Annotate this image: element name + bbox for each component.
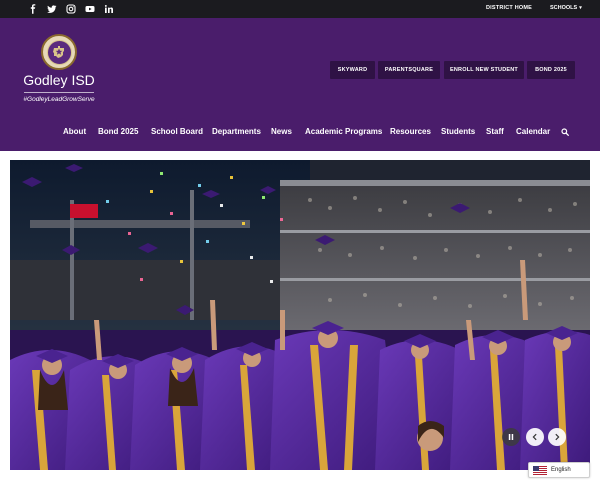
language-selector[interactable]: English: [528, 462, 590, 478]
instagram-icon[interactable]: [66, 4, 76, 14]
nav-about[interactable]: About: [63, 124, 86, 140]
us-flag-icon: [533, 465, 547, 475]
district-home-link[interactable]: DISTRICT HOME: [486, 5, 532, 11]
schools-label: SCHOOLS: [550, 5, 578, 11]
caret-down-icon: ▾: [579, 5, 582, 11]
nav-resources[interactable]: Resources: [390, 124, 431, 140]
nav-students[interactable]: Students: [441, 124, 475, 140]
slideshow-pause-button[interactable]: [502, 428, 520, 446]
nav-departments[interactable]: Departments: [212, 124, 261, 140]
district-seal-logo[interactable]: [41, 34, 77, 70]
chevron-right-icon: [555, 433, 560, 441]
skyward-button[interactable]: SKYWARD: [330, 61, 375, 79]
slideshow-next-button[interactable]: [548, 428, 566, 446]
parentsquare-button[interactable]: PARENTSQUARE: [378, 61, 440, 79]
nav-calendar[interactable]: Calendar: [516, 124, 550, 140]
x-twitter-icon[interactable]: [47, 4, 57, 14]
pause-icon: [508, 434, 514, 440]
social-links: [28, 0, 114, 18]
nav-academic-programs[interactable]: Academic Programs: [305, 124, 382, 140]
nav-bond-2025[interactable]: Bond 2025: [98, 124, 138, 140]
nav-news[interactable]: News: [271, 124, 292, 140]
bond-2025-button[interactable]: BOND 2025: [527, 61, 575, 79]
site-name: Godley ISD: [23, 72, 95, 88]
youtube-icon[interactable]: [85, 4, 95, 14]
facebook-icon[interactable]: [28, 4, 38, 14]
nav-school-board[interactable]: School Board: [151, 124, 203, 140]
title-divider: [24, 92, 94, 93]
main-navigation: About Bond 2025 School Board Departments…: [0, 124, 600, 140]
language-label: English: [551, 467, 571, 473]
utility-bar: DISTRICT HOME SCHOOLS ▾: [0, 0, 600, 18]
hero-image-graduation: [10, 160, 590, 470]
site-header: Godley ISD #GodleyLeadGrowServe SKYWARD …: [0, 18, 600, 151]
nav-staff[interactable]: Staff: [486, 124, 504, 140]
linkedin-icon[interactable]: [104, 4, 114, 14]
search-icon[interactable]: [561, 128, 569, 136]
enroll-new-student-button[interactable]: ENROLL NEW STUDENT: [444, 61, 524, 79]
texas-star-emblem: [46, 39, 72, 65]
chevron-left-icon: [532, 433, 537, 441]
slideshow-previous-button[interactable]: [526, 428, 544, 446]
schools-dropdown[interactable]: SCHOOLS ▾: [550, 5, 582, 11]
district-motto: #GodleyLeadGrowServe: [23, 96, 95, 103]
